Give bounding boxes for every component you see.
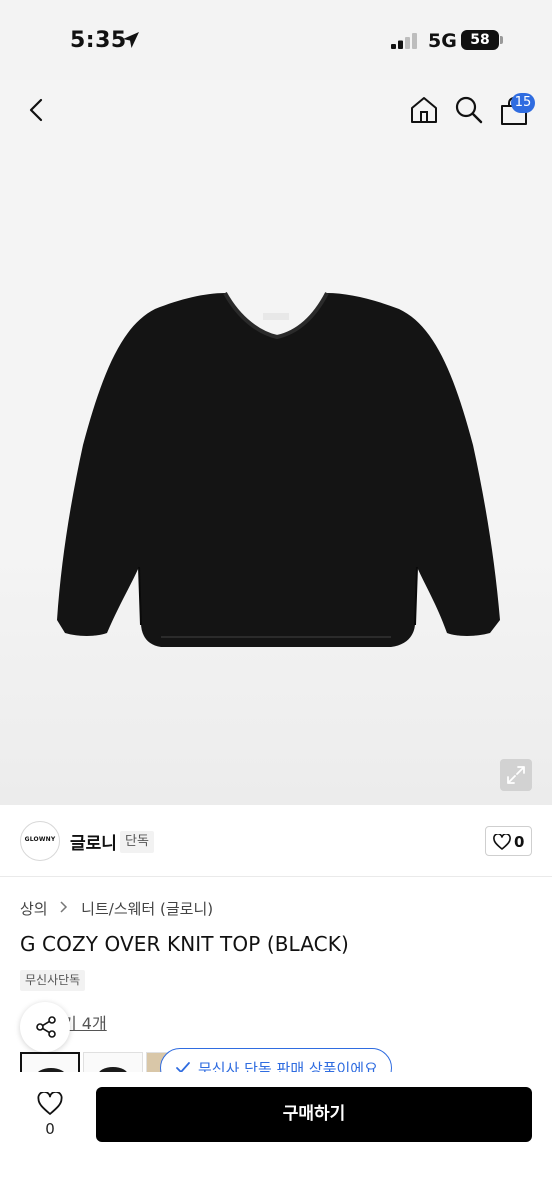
sweater-image xyxy=(57,292,500,647)
battery-tip xyxy=(500,36,503,44)
breadcrumb: 상의 니트/스웨터 (글로니) xyxy=(20,898,213,919)
exclusive-tag: 무신사단독 xyxy=(20,970,86,991)
thumbnail-1[interactable] xyxy=(20,1052,80,1072)
chevron-right-icon xyxy=(60,901,68,913)
brand-row: GLOWNY 글로니 단독 0 xyxy=(0,805,552,877)
battery-icon: 58 xyxy=(461,30,499,50)
bottom-action-bar: 0 구매하기 xyxy=(0,1072,552,1200)
brand-name[interactable]: 글로니 xyxy=(70,829,117,854)
network-type: 5G xyxy=(428,30,457,52)
heart-icon xyxy=(37,1092,63,1115)
breadcrumb-category[interactable]: 상의 xyxy=(20,900,48,918)
share-icon xyxy=(36,1016,56,1038)
brand-like-button[interactable]: 0 xyxy=(485,826,532,856)
status-time: 5:35 xyxy=(70,28,127,53)
back-icon[interactable] xyxy=(22,95,52,125)
brand-logo[interactable]: GLOWNY xyxy=(20,821,60,861)
home-icon[interactable] xyxy=(408,94,440,126)
location-arrow-icon xyxy=(123,32,139,48)
wishlist-button[interactable]: 0 xyxy=(26,1092,74,1142)
wishlist-count: 0 xyxy=(45,1120,55,1138)
share-button[interactable] xyxy=(20,1002,70,1052)
breadcrumb-subcategory[interactable]: 니트/스웨터 (글로니) xyxy=(81,900,213,918)
brand-exclusive-badge: 단독 xyxy=(120,831,154,853)
product-title: G COZY OVER KNIT TOP (BLACK) xyxy=(20,932,349,956)
cart-count-badge: 15 xyxy=(511,93,535,113)
battery-level: 58 xyxy=(470,32,490,48)
status-bar: 5:35 5G 58 xyxy=(0,0,552,80)
expand-icon[interactable] xyxy=(500,759,532,791)
signal-icon xyxy=(391,33,417,49)
buy-button[interactable]: 구매하기 xyxy=(96,1087,532,1142)
thumbnail-2[interactable] xyxy=(83,1052,143,1072)
brand-like-count: 0 xyxy=(514,833,525,851)
brand-logo-text: GLOWNY xyxy=(24,836,56,843)
search-icon[interactable] xyxy=(453,94,485,126)
heart-icon xyxy=(493,834,511,850)
